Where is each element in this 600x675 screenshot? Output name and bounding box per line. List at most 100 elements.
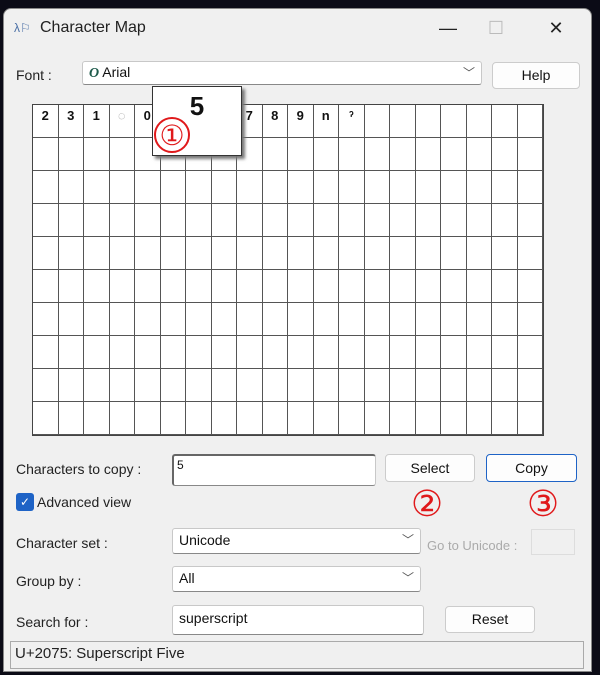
- character-cell[interactable]: [288, 171, 314, 204]
- character-cell[interactable]: [288, 369, 314, 402]
- character-cell[interactable]: [211, 204, 237, 237]
- character-cell[interactable]: [109, 402, 135, 435]
- character-cell[interactable]: [262, 369, 288, 402]
- character-cell[interactable]: [441, 336, 467, 369]
- character-cell[interactable]: [186, 336, 212, 369]
- character-cell[interactable]: [84, 171, 110, 204]
- minimize-button[interactable]: —: [428, 13, 468, 43]
- character-cell[interactable]: 1: [84, 105, 110, 138]
- character-cell[interactable]: [441, 369, 467, 402]
- character-cell[interactable]: [390, 303, 416, 336]
- character-cell[interactable]: [109, 204, 135, 237]
- character-cell[interactable]: [262, 402, 288, 435]
- character-cell[interactable]: [466, 303, 492, 336]
- character-cell[interactable]: [84, 138, 110, 171]
- character-cell[interactable]: [288, 237, 314, 270]
- character-cell[interactable]: [517, 105, 543, 138]
- character-cell[interactable]: [390, 336, 416, 369]
- characters-to-copy-input[interactable]: 5: [172, 454, 376, 486]
- character-cell[interactable]: [186, 204, 212, 237]
- character-cell[interactable]: [109, 138, 135, 171]
- character-grid[interactable]: 2 3 1 ◌ 0 7 8 9 n ˀ: [32, 104, 544, 436]
- character-cell[interactable]: [313, 237, 339, 270]
- character-cell[interactable]: [364, 402, 390, 435]
- character-cell[interactable]: [466, 237, 492, 270]
- character-cell[interactable]: [492, 237, 518, 270]
- character-cell[interactable]: [109, 171, 135, 204]
- character-cell[interactable]: [339, 369, 365, 402]
- character-cell[interactable]: [288, 402, 314, 435]
- character-cell[interactable]: [288, 138, 314, 171]
- character-cell[interactable]: [58, 204, 84, 237]
- character-cell[interactable]: [33, 369, 59, 402]
- character-cell[interactable]: [492, 105, 518, 138]
- character-cell[interactable]: [237, 204, 263, 237]
- character-cell[interactable]: [390, 402, 416, 435]
- character-cell[interactable]: [262, 270, 288, 303]
- character-cell[interactable]: [160, 270, 186, 303]
- character-cell[interactable]: [84, 303, 110, 336]
- character-cell[interactable]: [33, 204, 59, 237]
- character-cell[interactable]: [84, 402, 110, 435]
- character-cell[interactable]: [186, 369, 212, 402]
- character-cell[interactable]: [313, 270, 339, 303]
- character-cell[interactable]: [313, 171, 339, 204]
- character-cell[interactable]: [288, 204, 314, 237]
- group-by-select[interactable]: All ﹀: [172, 566, 421, 592]
- character-cell[interactable]: [237, 171, 263, 204]
- character-cell[interactable]: [415, 138, 441, 171]
- reset-button[interactable]: Reset: [445, 606, 535, 633]
- character-cell[interactable]: [441, 204, 467, 237]
- character-cell[interactable]: [364, 171, 390, 204]
- character-cell[interactable]: ◌: [109, 105, 135, 138]
- character-cell[interactable]: [58, 138, 84, 171]
- character-cell[interactable]: [160, 171, 186, 204]
- character-set-select[interactable]: Unicode ﹀: [172, 528, 421, 554]
- character-cell[interactable]: [288, 336, 314, 369]
- go-to-unicode-input[interactable]: [531, 529, 575, 555]
- character-cell[interactable]: [364, 204, 390, 237]
- character-cell[interactable]: [390, 105, 416, 138]
- character-cell[interactable]: [262, 303, 288, 336]
- character-cell[interactable]: [415, 303, 441, 336]
- character-cell[interactable]: [466, 138, 492, 171]
- character-cell[interactable]: [288, 303, 314, 336]
- character-cell[interactable]: [58, 402, 84, 435]
- character-cell[interactable]: [492, 171, 518, 204]
- character-cell[interactable]: [415, 402, 441, 435]
- character-cell[interactable]: [517, 237, 543, 270]
- character-cell[interactable]: [415, 237, 441, 270]
- character-cell[interactable]: [262, 237, 288, 270]
- character-cell[interactable]: [211, 369, 237, 402]
- character-cell[interactable]: [262, 138, 288, 171]
- help-button[interactable]: Help: [492, 62, 580, 89]
- character-cell[interactable]: [390, 204, 416, 237]
- character-cell[interactable]: [492, 138, 518, 171]
- select-button[interactable]: Select: [385, 454, 475, 482]
- character-cell[interactable]: [441, 237, 467, 270]
- maximize-button[interactable]: ☐: [476, 13, 516, 43]
- character-cell[interactable]: [364, 369, 390, 402]
- character-cell[interactable]: [33, 402, 59, 435]
- character-cell[interactable]: [33, 138, 59, 171]
- character-cell[interactable]: [33, 171, 59, 204]
- character-cell[interactable]: [160, 336, 186, 369]
- character-cell[interactable]: [492, 336, 518, 369]
- character-cell[interactable]: [517, 171, 543, 204]
- character-cell[interactable]: [415, 171, 441, 204]
- character-cell[interactable]: [135, 204, 161, 237]
- character-cell[interactable]: [466, 369, 492, 402]
- character-cell[interactable]: [492, 303, 518, 336]
- character-cell[interactable]: [339, 138, 365, 171]
- character-cell[interactable]: [84, 369, 110, 402]
- character-cell[interactable]: [237, 303, 263, 336]
- character-cell[interactable]: [135, 336, 161, 369]
- character-cell[interactable]: [160, 237, 186, 270]
- character-cell[interactable]: [160, 369, 186, 402]
- character-cell[interactable]: [415, 270, 441, 303]
- character-cell[interactable]: [33, 303, 59, 336]
- character-cell[interactable]: [492, 270, 518, 303]
- character-cell[interactable]: [339, 204, 365, 237]
- character-cell[interactable]: [160, 204, 186, 237]
- character-cell[interactable]: [517, 303, 543, 336]
